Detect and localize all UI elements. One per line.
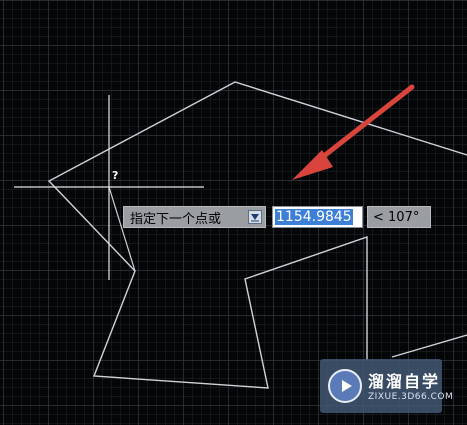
watermark: 溜溜自学 ZIXUE.3D66.COM: [320, 359, 453, 413]
polyline-lower-right: [391, 334, 467, 358]
red-arrow-icon: [292, 84, 415, 180]
cursor-question-mark: ?: [112, 169, 119, 182]
watermark-subtitle: ZIXUE.3D66.COM: [368, 392, 454, 402]
distance-input[interactable]: 1154.9845: [272, 206, 363, 228]
dynamic-input-prompt: 指定下一个点或: [123, 206, 266, 228]
watermark-title: 溜溜自学: [368, 372, 441, 391]
play-logo-icon: [328, 369, 362, 403]
distance-value: 1154.9845: [275, 209, 353, 225]
options-down-arrow-icon[interactable]: [248, 210, 262, 224]
crosshair-cursor-icon: [14, 95, 204, 280]
angle-input[interactable]: < 107°: [367, 206, 431, 228]
polyline-upper: [47, 81, 467, 389]
prompt-label: 指定下一个点或: [130, 211, 222, 227]
